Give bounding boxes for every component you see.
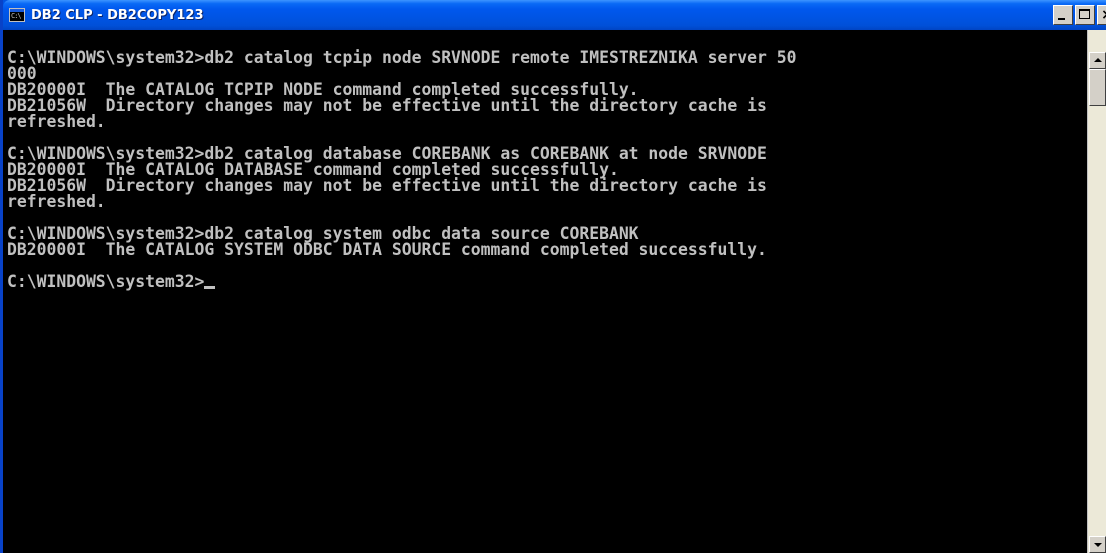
maximize-icon [1079,9,1090,19]
console-output[interactable]: C:\WINDOWS\system32>db2 catalog tcpip no… [3,30,1087,553]
console-line: refreshed. [7,192,106,211]
console-prompt: C:\WINDOWS\system32> [7,272,205,291]
window-title: DB2 CLP - DB2COPY123 [31,7,204,23]
console-window: C:\ DB2 CLP - DB2COPY123 × C:\WINDOWS\sy… [0,0,1106,553]
vertical-scrollbar[interactable] [1087,30,1106,553]
close-button[interactable]: × [1097,5,1106,25]
console-line: C:\WINDOWS\system32>db2 catalog tcpip no… [7,48,797,67]
window-controls: × [1051,5,1106,25]
close-icon: × [1098,6,1106,24]
title-bar[interactable]: C:\ DB2 CLP - DB2COPY123 × [3,0,1106,30]
scroll-up-button[interactable] [1089,52,1106,69]
scrollbar-thumb[interactable] [1089,69,1106,106]
console-line: DB20000I The CATALOG SYSTEM ODBC DATA SO… [7,240,767,259]
console-text: C:\WINDOWS\system32>db2 catalog tcpip no… [3,30,1087,290]
console-line: DB21056W Directory changes may not be ef… [7,176,767,195]
console-icon[interactable]: C:\ [9,8,25,22]
console-line: DB21056W Directory changes may not be ef… [7,96,767,115]
minimize-button[interactable] [1053,5,1073,25]
maximize-button[interactable] [1075,5,1095,25]
text-cursor [204,286,216,289]
minimize-icon [1058,18,1065,20]
scroll-down-button[interactable] [1089,536,1106,553]
arrow-down-icon [1094,543,1102,547]
console-line: refreshed. [7,112,106,131]
arrow-up-icon [1094,58,1102,62]
console-icon-text: C:\ [11,12,22,20]
